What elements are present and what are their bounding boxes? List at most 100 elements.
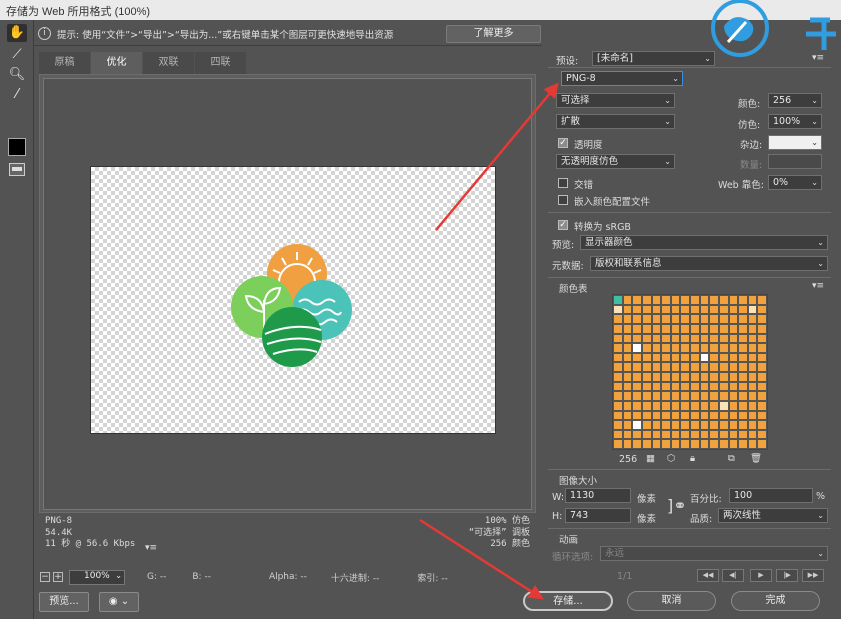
color-swatch[interactable] — [747, 295, 758, 305]
color-swatch[interactable] — [641, 295, 652, 305]
color-swatch[interactable] — [632, 381, 642, 392]
color-swatch[interactable] — [641, 400, 652, 411]
color-swatch[interactable] — [728, 314, 739, 324]
color-swatch[interactable] — [728, 391, 739, 401]
color-swatch[interactable] — [680, 410, 690, 421]
color-swatch[interactable] — [709, 333, 719, 344]
color-swatch[interactable] — [728, 372, 739, 382]
color-swatch[interactable] — [709, 410, 719, 421]
slice-select-icon[interactable]: ⟋ — [7, 46, 27, 64]
color-swatch[interactable] — [613, 400, 623, 411]
color-swatch[interactable] — [747, 352, 758, 363]
color-swatch[interactable] — [738, 343, 748, 353]
color-swatch[interactable] — [670, 410, 681, 421]
color-swatch[interactable] — [680, 429, 690, 440]
color-swatch[interactable] — [680, 439, 690, 449]
color-swatch[interactable] — [670, 391, 681, 401]
color-swatch[interactable] — [651, 400, 662, 411]
color-swatch[interactable] — [622, 295, 633, 305]
color-swatch[interactable] — [757, 372, 767, 382]
color-swatch[interactable] — [690, 323, 700, 334]
color-swatch[interactable] — [661, 439, 671, 449]
color-swatch[interactable] — [757, 420, 767, 430]
color-swatch[interactable] — [757, 304, 767, 315]
color-swatch[interactable] — [632, 400, 642, 411]
color-swatch[interactable] — [699, 295, 710, 305]
color-swatch[interactable] — [632, 352, 642, 363]
color-swatch[interactable] — [718, 429, 729, 440]
color-swatch[interactable] — [757, 439, 767, 449]
zoom-icon[interactable]: 🔍︎ — [7, 66, 27, 84]
color-swatch[interactable] — [709, 362, 719, 372]
color-swatch[interactable] — [622, 304, 633, 315]
color-swatch[interactable] — [632, 420, 642, 430]
color-swatch[interactable] — [747, 429, 758, 440]
color-swatch[interactable] — [747, 362, 758, 372]
color-swatch[interactable] — [680, 314, 690, 324]
color-swatch[interactable] — [718, 381, 729, 392]
color-swatch[interactable] — [661, 429, 671, 440]
color-swatch[interactable] — [651, 323, 662, 334]
color-swatch[interactable] — [747, 400, 758, 411]
color-swatch[interactable] — [613, 391, 623, 401]
color-swatch[interactable] — [613, 362, 623, 372]
color-swatch[interactable] — [709, 381, 719, 392]
color-swatch[interactable] — [680, 391, 690, 401]
color-swatch[interactable] — [709, 391, 719, 401]
new-color-icon[interactable]: ⧉ — [728, 453, 735, 464]
color-swatch[interactable] — [728, 400, 739, 411]
color-swatch[interactable] — [738, 372, 748, 382]
color-swatch[interactable] — [728, 304, 739, 315]
color-swatch[interactable] — [641, 429, 652, 440]
tab-4up[interactable]: 四联 — [195, 52, 246, 74]
color-swatch[interactable] — [661, 323, 671, 334]
color-swatch[interactable] — [690, 372, 700, 382]
color-swatch[interactable] — [690, 295, 700, 305]
web-snap-select[interactable]: 0% ⌄ — [768, 175, 822, 190]
color-swatch[interactable] — [622, 439, 633, 449]
color-swatch[interactable] — [728, 343, 739, 353]
color-swatch[interactable] — [757, 343, 767, 353]
color-swatch[interactable] — [738, 362, 748, 372]
color-swatch[interactable] — [690, 391, 700, 401]
embed-profile-checkbox[interactable] — [558, 195, 568, 205]
percent-input[interactable]: 100 — [729, 488, 813, 503]
color-swatch[interactable] — [690, 304, 700, 315]
color-swatch[interactable] — [632, 362, 642, 372]
color-swatch[interactable] — [718, 314, 729, 324]
color-swatch[interactable] — [709, 400, 719, 411]
color-swatch[interactable] — [613, 304, 623, 315]
color-swatch[interactable] — [699, 391, 710, 401]
color-swatch[interactable] — [699, 420, 710, 430]
color-table-grid[interactable] — [612, 294, 768, 450]
color-swatch[interactable] — [661, 362, 671, 372]
color-swatch[interactable] — [641, 323, 652, 334]
color-swatch[interactable] — [661, 304, 671, 315]
color-swatch[interactable] — [670, 429, 681, 440]
tab-2up[interactable]: 双联 — [143, 52, 194, 74]
color-swatch[interactable] — [699, 439, 710, 449]
color-swatch[interactable] — [690, 400, 700, 411]
learn-more-button[interactable]: 了解更多 — [446, 25, 541, 43]
color-swatch[interactable] — [670, 304, 681, 315]
color-swatch[interactable] — [680, 343, 690, 353]
color-swatch[interactable] — [680, 304, 690, 315]
color-swatch[interactable] — [680, 372, 690, 382]
color-swatch[interactable] — [728, 362, 739, 372]
color-swatch[interactable] — [699, 333, 710, 344]
color-swatch[interactable] — [651, 304, 662, 315]
color-swatch[interactable] — [699, 400, 710, 411]
color-swatch[interactable] — [632, 372, 642, 382]
color-swatch[interactable] — [747, 372, 758, 382]
color-swatch[interactable] — [757, 429, 767, 440]
color-swatch[interactable] — [622, 400, 633, 411]
color-swatch[interactable] — [709, 439, 719, 449]
color-swatch[interactable] — [747, 333, 758, 344]
color-swatch[interactable] — [699, 381, 710, 392]
color-swatch[interactable] — [738, 439, 748, 449]
dither-amount-select[interactable]: 100% ⌄ — [768, 114, 822, 129]
color-swatch[interactable] — [709, 343, 719, 353]
color-swatch[interactable] — [757, 323, 767, 334]
tab-optimized[interactable]: 优化 — [91, 52, 142, 74]
width-input[interactable]: 1130 — [565, 488, 631, 503]
